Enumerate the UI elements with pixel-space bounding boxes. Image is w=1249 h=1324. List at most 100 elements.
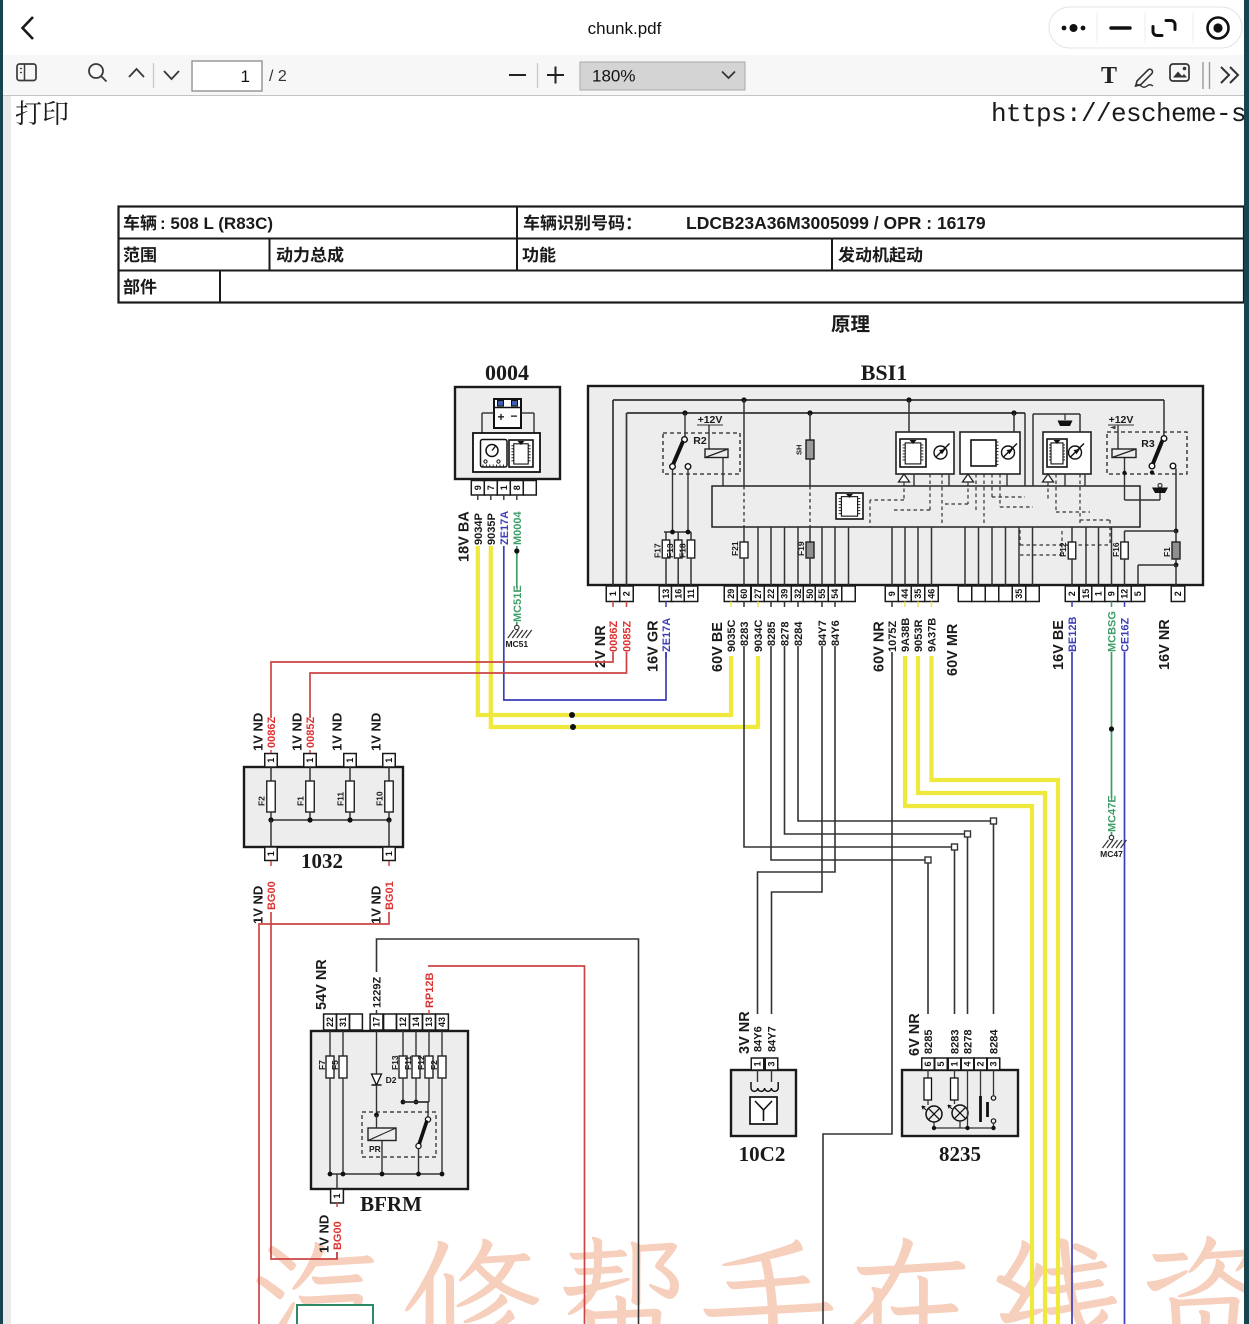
svg-text:1: 1 [266, 851, 276, 856]
svg-text:BG01: BG01 [384, 881, 396, 910]
svg-text:F18: F18 [678, 543, 688, 558]
svg-text:15: 15 [1081, 589, 1091, 599]
svg-text:84Y6: 84Y6 [752, 1026, 764, 1052]
svg-text:16V NR: 16V NR [1157, 619, 1173, 670]
svg-text:SH: SH [795, 445, 804, 455]
svg-text:10C2: 10C2 [739, 1142, 786, 1166]
svg-text:1: 1 [499, 485, 509, 490]
svg-text:F13: F13 [390, 1055, 400, 1070]
svg-text:1: 1 [345, 758, 355, 763]
svg-text:+12V: +12V [698, 414, 723, 426]
svg-text:55: 55 [817, 589, 827, 599]
svg-text:0004: 0004 [485, 360, 529, 385]
svg-text:MC51: MC51 [505, 639, 528, 649]
svg-text:9034P: 9034P [473, 513, 485, 545]
svg-text:https://escheme-se: https://escheme-se [991, 99, 1249, 129]
svg-text:BFRM: BFRM [360, 1192, 422, 1216]
svg-text:9035C: 9035C [726, 620, 738, 652]
svg-text:1: 1 [608, 591, 618, 596]
svg-text:1V ND: 1V ND [251, 713, 266, 751]
svg-text:13: 13 [661, 589, 671, 599]
svg-text:9: 9 [1107, 591, 1117, 596]
svg-text:3: 3 [989, 1061, 999, 1066]
svg-text:BG00: BG00 [266, 881, 278, 910]
svg-text:1075Z: 1075Z [887, 621, 899, 652]
svg-text:5: 5 [936, 1061, 946, 1066]
svg-text:8283: 8283 [739, 622, 751, 646]
svg-text:4: 4 [963, 1061, 973, 1066]
svg-text:2: 2 [976, 1061, 986, 1066]
svg-text:60V BE: 60V BE [710, 622, 726, 672]
svg-text:9A38B: 9A38B [900, 618, 912, 652]
svg-text:2: 2 [1067, 591, 1077, 596]
svg-text:180%: 180% [592, 67, 635, 86]
svg-text:0086Z: 0086Z [608, 621, 620, 652]
svg-text:MCBSG: MCBSG [1106, 611, 1118, 652]
svg-text:1: 1 [266, 758, 276, 763]
svg-text:CE16Z: CE16Z [1119, 617, 1131, 652]
svg-text:6: 6 [923, 1061, 933, 1066]
svg-text:9053R: 9053R [913, 620, 925, 652]
svg-text:F5: F5 [330, 1060, 340, 1070]
svg-text:1: 1 [1094, 591, 1104, 596]
svg-text:BE12B: BE12B [1067, 616, 1079, 652]
svg-text:F21: F21 [730, 541, 740, 556]
svg-text:54: 54 [830, 589, 840, 599]
svg-text:R3: R3 [1141, 438, 1155, 450]
svg-text:F2: F2 [429, 1060, 439, 1070]
svg-text:ZE17A: ZE17A [661, 618, 673, 652]
svg-text:1: 1 [384, 758, 394, 763]
svg-text:2: 2 [1173, 591, 1183, 596]
svg-text:9A37B: 9A37B [926, 618, 938, 652]
svg-text:LDCB23A36M3005099 / OPR : 1617: LDCB23A36M3005099 / OPR : 16179 [686, 213, 986, 233]
svg-text:8235: 8235 [939, 1142, 981, 1166]
svg-text:BG00: BG00 [332, 1221, 344, 1250]
svg-text:46: 46 [927, 589, 937, 599]
svg-text:F7: F7 [317, 1060, 327, 1070]
svg-text:3V NR: 3V NR [737, 1011, 753, 1054]
svg-text:8278: 8278 [962, 1030, 974, 1054]
svg-text:8: 8 [512, 485, 522, 490]
svg-text:60V NR: 60V NR [872, 621, 888, 672]
svg-text:60V MR: 60V MR [945, 623, 961, 676]
svg-text:22: 22 [766, 589, 776, 599]
svg-text:F16: F16 [1111, 542, 1121, 557]
svg-text:54V NR: 54V NR [314, 959, 330, 1010]
svg-text:1V ND: 1V ND [369, 886, 384, 924]
svg-text:+: + [497, 410, 504, 424]
svg-text:16V GR: 16V GR [646, 620, 662, 672]
svg-text:：: ： [625, 214, 642, 233]
svg-text:MC51E: MC51E [512, 585, 524, 622]
svg-text:27: 27 [753, 589, 763, 599]
svg-text:1: 1 [384, 851, 394, 856]
svg-text:9034C: 9034C [753, 620, 765, 652]
svg-text:29: 29 [726, 589, 736, 599]
svg-text:84Y7: 84Y7 [766, 1026, 778, 1052]
svg-text:16V BE: 16V BE [1051, 620, 1067, 670]
svg-text:60: 60 [739, 589, 749, 599]
svg-text:1: 1 [753, 1061, 763, 1066]
svg-text:11: 11 [686, 589, 696, 599]
svg-text:8285: 8285 [766, 622, 778, 646]
svg-text:1: 1 [950, 1061, 960, 1066]
svg-text:35: 35 [913, 589, 923, 599]
svg-text:18V BA: 18V BA [457, 511, 473, 562]
svg-text:9: 9 [473, 485, 483, 490]
svg-text:/ 2: / 2 [269, 68, 287, 85]
svg-text:22: 22 [325, 1017, 335, 1027]
svg-text:0086Z: 0086Z [266, 717, 278, 748]
svg-text:12: 12 [398, 1017, 408, 1027]
svg-text:BSI1: BSI1 [861, 360, 907, 385]
svg-text:0085Z: 0085Z [305, 717, 317, 748]
svg-text:F1: F1 [1162, 547, 1172, 557]
svg-text:1032: 1032 [301, 849, 343, 873]
svg-text:14: 14 [411, 1017, 421, 1027]
svg-text:−: − [510, 409, 517, 423]
svg-text:84Y7: 84Y7 [817, 620, 829, 646]
svg-text:1V ND: 1V ND [330, 713, 345, 751]
svg-text:1: 1 [305, 758, 315, 763]
svg-text:F10: F10 [375, 791, 385, 806]
svg-text:: 508 L (R83C): : 508 L (R83C) [160, 214, 273, 233]
svg-text:9: 9 [887, 591, 897, 596]
svg-text:F13: F13 [665, 543, 675, 558]
